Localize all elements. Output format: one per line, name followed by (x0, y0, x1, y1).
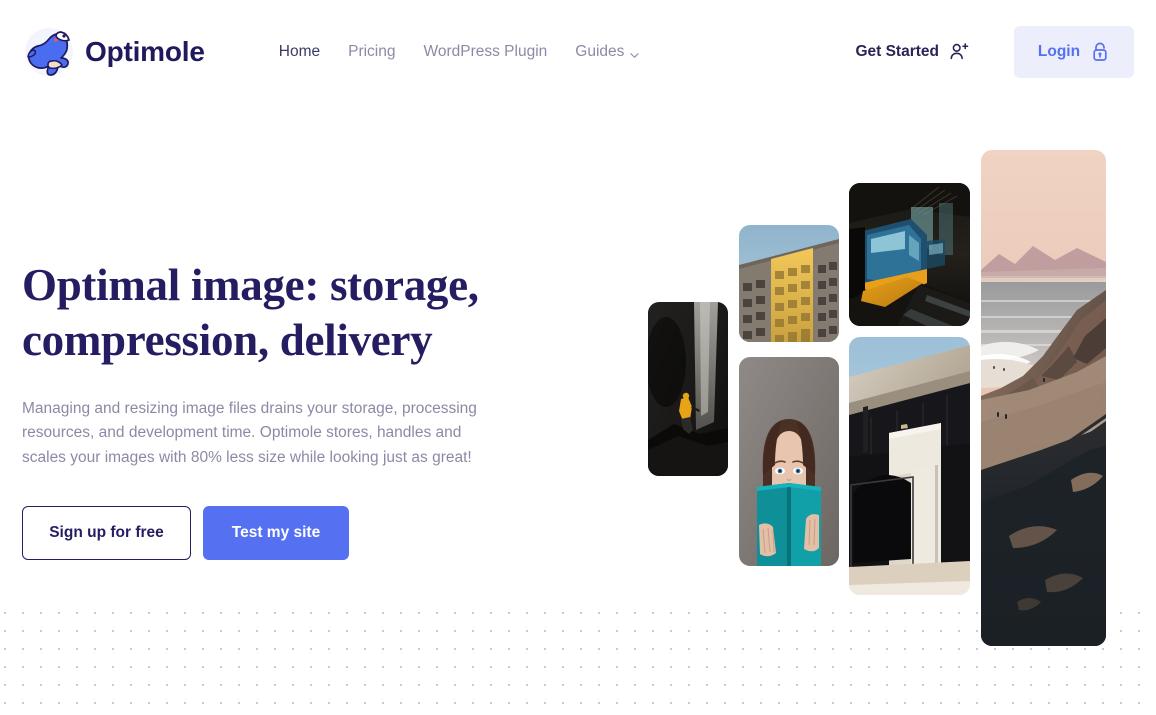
coastal-cliff-photo[interactable] (981, 150, 1106, 646)
hero-subtitle: Managing and resizing image files drains… (22, 399, 477, 466)
hero-cta-row: Sign up for free Test my site (22, 506, 542, 561)
main-nav: Home Pricing WordPress Plugin Guides (265, 44, 654, 60)
hero-title-line-1: Optimal image: storage, (22, 260, 479, 310)
login-button[interactable]: Login (1014, 26, 1134, 78)
site-header: Optimole Home Pricing WordPress Plugin G… (0, 0, 1156, 104)
get-started-label: Get Started (855, 43, 939, 60)
hero-title-line-2: compression, delivery (22, 315, 433, 366)
yellow-building-photo[interactable] (739, 225, 839, 342)
nav-item-guides-label: Guides (575, 43, 625, 61)
nav-item-home[interactable]: Home (265, 44, 334, 60)
user-plus-icon (948, 41, 970, 63)
brand-name: Optimole (85, 36, 205, 67)
brand-logo-link[interactable]: Optimole (22, 24, 205, 80)
test-my-site-button[interactable]: Test my site (203, 506, 349, 561)
page-title: Optimal image: storage, compression, del… (22, 258, 542, 369)
mole-mascot-logo-icon (22, 24, 80, 80)
nav-item-pricing[interactable]: Pricing (334, 44, 409, 60)
login-label: Login (1037, 43, 1081, 60)
chevron-down-icon (630, 48, 640, 58)
woman-reading-photo[interactable] (739, 357, 839, 566)
overpass-architecture-photo[interactable] (849, 337, 970, 595)
hiker-waterfall-photo[interactable] (648, 302, 728, 476)
nav-item-guides[interactable]: Guides (561, 44, 653, 60)
get-started-button[interactable]: Get Started (855, 41, 970, 63)
landing-page: Optimole Home Pricing WordPress Plugin G… (0, 0, 1156, 715)
train-station-photo[interactable] (849, 183, 970, 326)
lock-icon (1090, 41, 1110, 63)
nav-item-wordpress-plugin[interactable]: WordPress Plugin (410, 44, 562, 60)
sign-up-button[interactable]: Sign up for free (22, 506, 191, 561)
hero-section: Optimal image: storage, compression, del… (22, 258, 542, 561)
header-actions: Get Started Login (855, 26, 1134, 78)
